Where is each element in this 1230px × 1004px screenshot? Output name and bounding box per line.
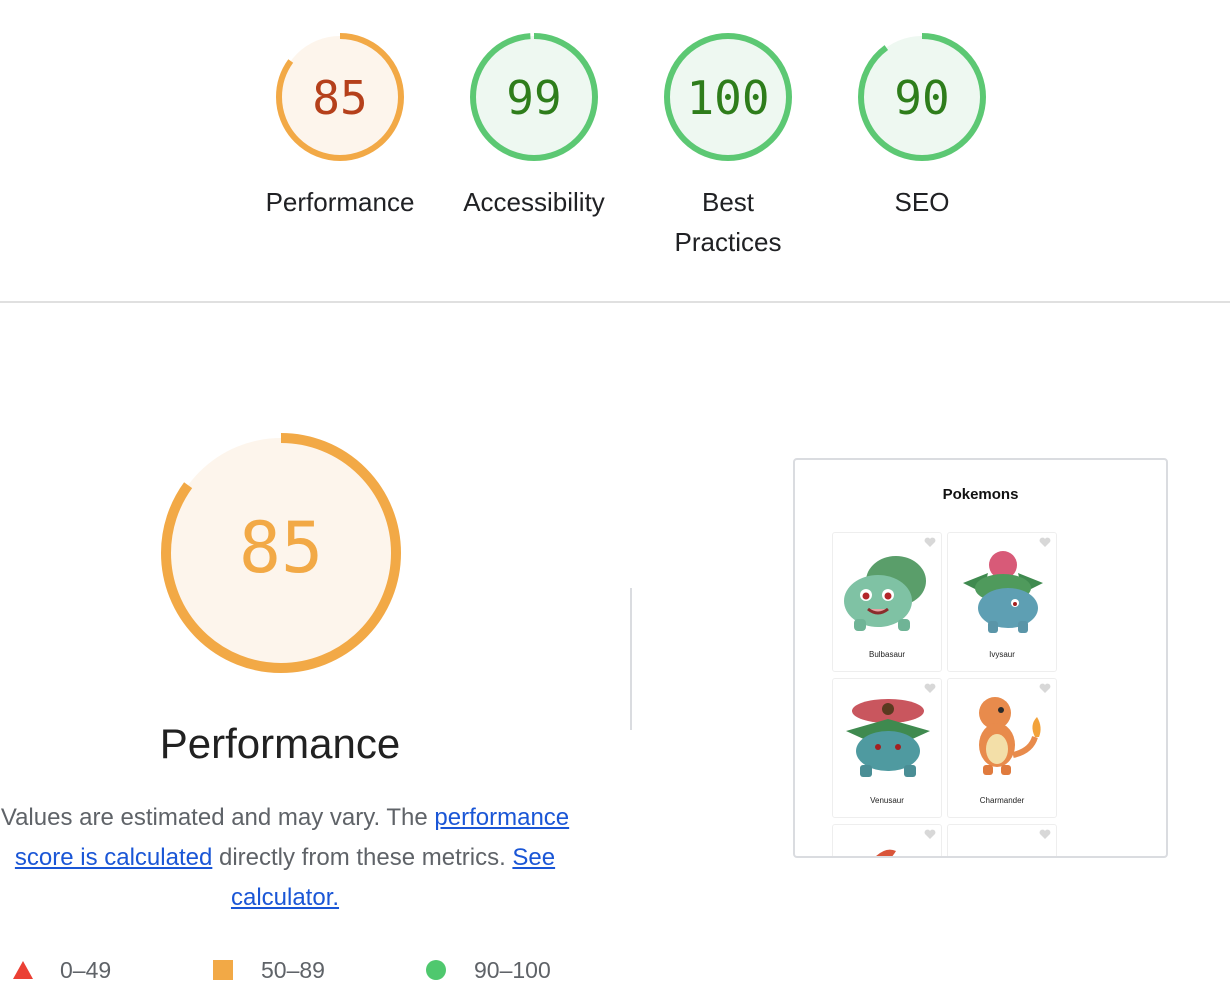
performance-gauge-large-ring: 85	[161, 433, 401, 673]
performance-gauge-large: 85	[160, 432, 402, 679]
gauge-performance-ring: 85	[276, 33, 404, 161]
performance-score-large: 85	[239, 507, 323, 589]
pokemon-card: Charmander	[947, 678, 1057, 818]
bulbasaur-image	[844, 556, 926, 631]
pokemon-card: Ivysaur	[947, 532, 1057, 672]
pokemon-name: Venusaur	[870, 796, 904, 805]
pokemon-card: Venusaur	[832, 678, 942, 818]
lighthouse-report: 85 Performance 99 Accessibility 100 Best…	[0, 0, 1230, 1004]
ivysaur-image	[963, 551, 1043, 633]
pokemon-image-partial	[876, 849, 896, 856]
gauge-accessibility-ring: 99	[470, 33, 598, 161]
gauge-seo-value: 90	[894, 71, 949, 125]
pokemon-name: Charmander	[979, 796, 1025, 805]
performance-description: Values are estimated and may vary. The p…	[0, 798, 580, 918]
gauge-best-practices-label: Best Practices	[674, 187, 782, 257]
section-divider	[0, 301, 1230, 303]
charmander-image	[979, 697, 1041, 775]
pokemon-image-partial	[953, 835, 1053, 858]
gauge-best-practices-ring: 100	[664, 33, 792, 161]
legend-pass-range: 90–100	[474, 957, 551, 983]
performance-desc-prefix: Values are estimated and may vary. The	[0, 804, 435, 831]
legend-average-range: 50–89	[261, 957, 325, 983]
gauge-best-practices-value: 100	[686, 71, 769, 125]
gauge-accessibility-label: Accessibility	[463, 187, 605, 217]
gauge-seo-label: SEO	[894, 187, 950, 217]
screenshot-title: Pokemons	[942, 486, 1019, 503]
gauge-accessibility[interactable]: 99 Accessibility	[444, 32, 624, 222]
pokemon-name: Ivysaur	[989, 650, 1015, 659]
circle-icon	[426, 960, 446, 980]
pokemon-card-partial	[832, 824, 942, 856]
pokemon-name: Bulbasaur	[868, 650, 906, 659]
performance-desc-mid: directly from these metrics.	[212, 844, 513, 871]
gauge-performance-value: 85	[312, 71, 367, 125]
triangle-icon	[13, 961, 33, 979]
gauge-performance-label: Performance	[265, 187, 415, 217]
gauge-seo[interactable]: 90 SEO	[832, 32, 1012, 222]
vertical-separator	[630, 588, 632, 730]
venusaur-image	[846, 699, 930, 777]
square-icon	[213, 960, 233, 980]
pokemon-card: Bulbasaur	[832, 532, 942, 672]
legend-fail-range: 0–49	[60, 957, 112, 983]
pokemon-card-partial	[947, 824, 1057, 858]
gauge-accessibility-value: 99	[506, 71, 561, 125]
performance-title: Performance	[159, 720, 401, 767]
final-screenshot[interactable]: Pokemons Bulbasaur Ivysaur Venusaur Char…	[793, 458, 1168, 858]
gauge-performance[interactable]: 85 Performance	[250, 32, 430, 222]
gauge-best-practices[interactable]: 100 Best Practices	[638, 32, 818, 262]
gauge-seo-ring: 90	[858, 33, 986, 161]
